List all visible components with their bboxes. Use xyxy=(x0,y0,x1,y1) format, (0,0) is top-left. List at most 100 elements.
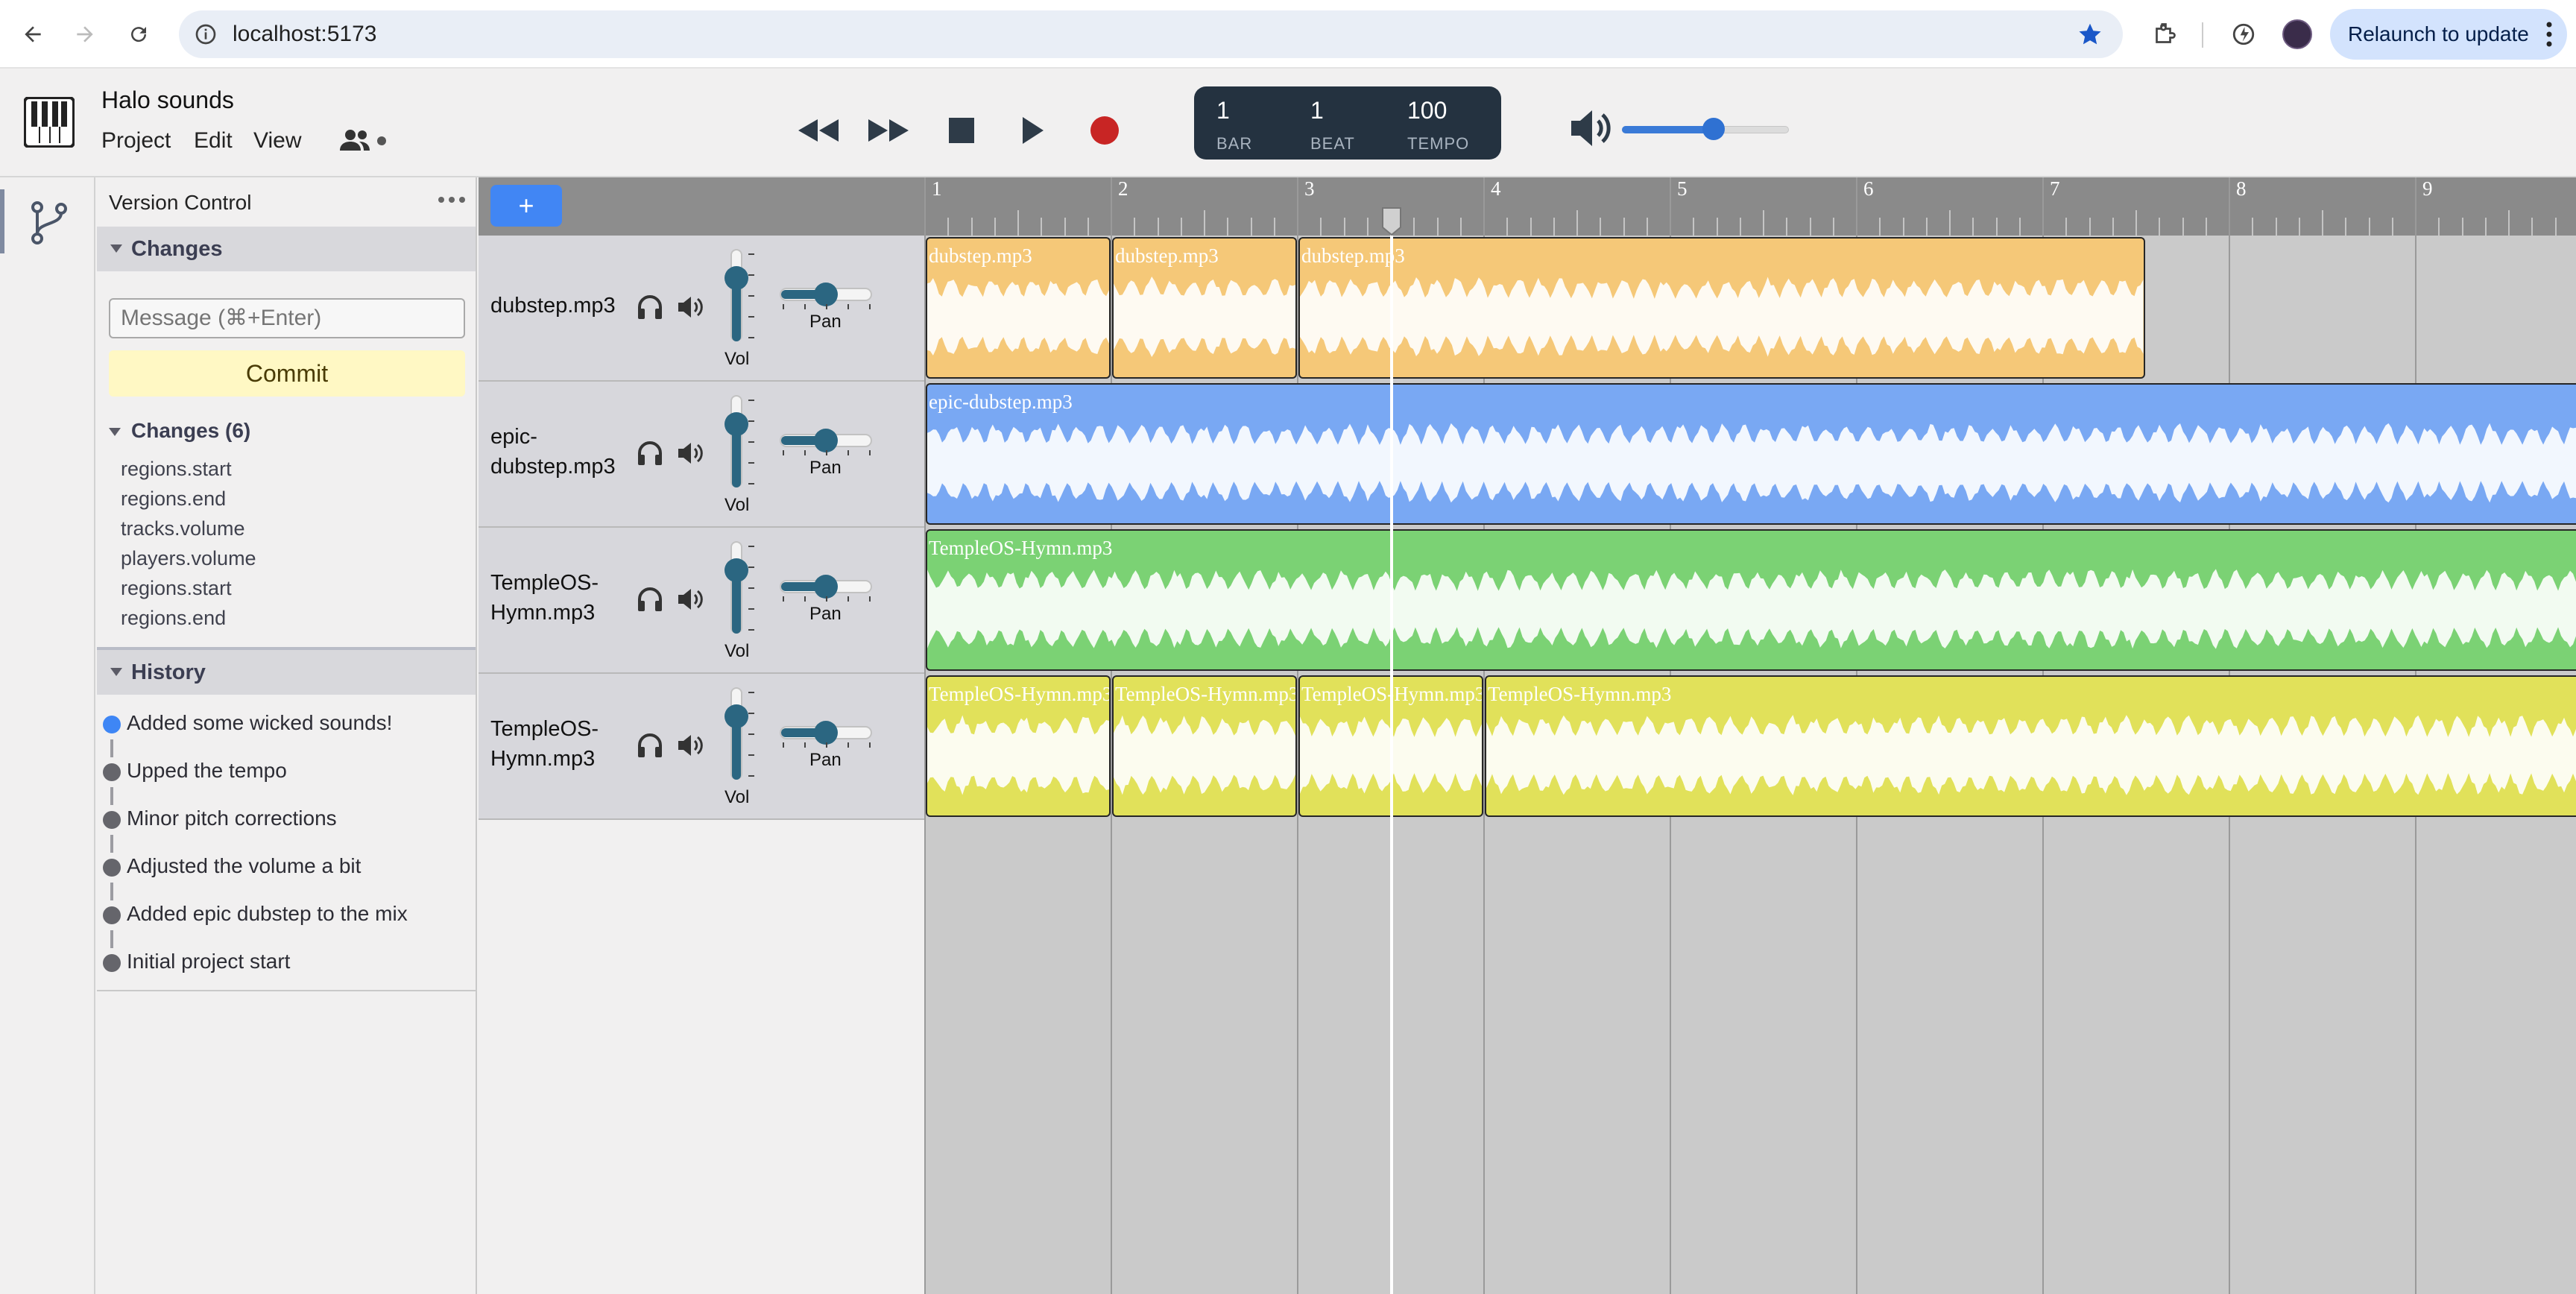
fader-thumb[interactable] xyxy=(724,704,748,728)
pan-label: Pan xyxy=(809,458,842,478)
audio-region[interactable]: dubstep.mp3 xyxy=(926,237,1111,379)
address-bar[interactable]: localhost:5173 xyxy=(179,10,2123,58)
tempo-value[interactable]: 100 xyxy=(1407,97,1447,124)
track-header[interactable]: epic- dubstep.mp3 Vol Pan xyxy=(479,382,924,528)
arrow-right-icon xyxy=(77,26,93,42)
menu-edit[interactable]: Edit xyxy=(194,128,233,154)
pan-thumb[interactable] xyxy=(814,575,838,599)
pan-slider[interactable]: Pan xyxy=(780,721,875,774)
play-button[interactable] xyxy=(1006,106,1060,155)
fader-ticks xyxy=(748,692,754,777)
headphones-icon[interactable] xyxy=(635,584,665,614)
volume-fader[interactable]: Vol xyxy=(724,395,777,522)
speaker-icon[interactable] xyxy=(675,584,705,614)
beat-tick xyxy=(1134,218,1136,236)
pan-thumb[interactable] xyxy=(814,429,838,452)
pan-slider[interactable]: Pan xyxy=(780,429,875,482)
beat-tick xyxy=(1739,218,1741,236)
audio-region[interactable]: TempleOS-Hymn.mp3 xyxy=(1112,675,1297,817)
beat-tick xyxy=(2018,218,2021,236)
change-item[interactable]: tracks.volume xyxy=(121,517,245,540)
track-name[interactable]: TempleOS- Hymn.mp3 xyxy=(490,714,599,774)
audio-region[interactable]: epic-dubstep.mp3 xyxy=(926,383,2576,525)
beat-tick xyxy=(1949,210,1951,236)
back-button[interactable] xyxy=(12,13,54,55)
headphones-icon[interactable] xyxy=(635,730,665,760)
version-control-icon[interactable] xyxy=(28,200,70,246)
fader-thumb[interactable] xyxy=(724,266,748,290)
waveform xyxy=(1114,715,1295,795)
region-label: epic-dubstep.mp3 xyxy=(929,391,1073,413)
pan-thumb[interactable] xyxy=(814,283,838,306)
track-name[interactable]: dubstep.mp3 xyxy=(490,291,616,321)
fast-forward-button[interactable] xyxy=(862,106,915,155)
history-label: Initial project start xyxy=(127,950,291,973)
volume-fader[interactable]: Vol xyxy=(724,541,777,668)
history-label: Added some wicked sounds! xyxy=(127,711,393,734)
project-title[interactable]: Halo sounds xyxy=(101,86,234,114)
site-info-icon[interactable] xyxy=(194,22,218,46)
add-track-button[interactable]: + xyxy=(490,185,562,227)
track-header[interactable]: TempleOS- Hymn.mp3 Vol Pan xyxy=(479,528,924,674)
headphones-icon[interactable] xyxy=(635,438,665,468)
change-item[interactable]: regions.start xyxy=(121,577,232,600)
changes-section-header[interactable]: Changes xyxy=(97,227,476,271)
volume-fader[interactable]: Vol xyxy=(724,687,777,814)
fader-thumb[interactable] xyxy=(724,558,748,582)
pan-slider[interactable]: Pan xyxy=(780,283,875,335)
menu-view[interactable]: View xyxy=(253,128,301,154)
reload-button[interactable] xyxy=(118,13,160,55)
bar-value: 1 xyxy=(1216,97,1230,124)
more-options-icon[interactable] xyxy=(437,194,467,206)
beat-tick xyxy=(1646,218,1648,236)
change-item[interactable]: regions.start xyxy=(121,458,232,481)
master-volume-icon[interactable] xyxy=(1568,107,1613,149)
change-item[interactable]: regions.end xyxy=(121,607,226,630)
history-label: Minor pitch corrections xyxy=(127,807,337,830)
timeline-ruler[interactable]: 1 2 3 4 5 6 7 8 9 xyxy=(924,177,2576,236)
timeline[interactable]: 1 2 3 4 5 6 7 8 9 dubstep.mp3 dubstep.mp3 dubste… xyxy=(924,177,2576,1294)
speaker-icon[interactable] xyxy=(675,730,705,760)
audio-region[interactable]: dubstep.mp3 xyxy=(1298,237,2145,379)
pan-thumb[interactable] xyxy=(814,721,838,745)
pan-slider[interactable]: Pan xyxy=(780,575,875,628)
collaborators-icon[interactable] xyxy=(340,128,388,154)
commit-dot xyxy=(103,954,121,972)
chevron-down-icon xyxy=(110,244,122,253)
beat-tick xyxy=(970,218,973,236)
master-volume-slider[interactable] xyxy=(1622,118,1789,140)
audio-region[interactable]: TempleOS-Hymn.mp3 xyxy=(1485,675,2576,817)
commit-message-input[interactable] xyxy=(109,298,465,338)
audio-region[interactable]: TempleOS-Hymn.mp3 xyxy=(926,675,1111,817)
profile-avatar[interactable] xyxy=(2282,19,2312,49)
speaker-icon[interactable] xyxy=(675,438,705,468)
audio-region[interactable]: dubstep.mp3 xyxy=(1112,237,1297,379)
forward-button[interactable] xyxy=(64,13,106,55)
record-button[interactable] xyxy=(1078,106,1131,155)
commit-button[interactable]: Commit xyxy=(109,350,465,397)
menu-project[interactable]: Project xyxy=(101,128,171,154)
track-header[interactable]: TempleOS- Hymn.mp3 Vol Pan xyxy=(479,674,924,820)
performance-button[interactable] xyxy=(2226,16,2261,52)
audio-region[interactable]: TempleOS-Hymn.mp3 xyxy=(926,529,2576,671)
relaunch-button[interactable]: Relaunch to update xyxy=(2330,9,2567,60)
slider-thumb[interactable] xyxy=(1702,118,1726,140)
stop-button[interactable] xyxy=(935,106,988,155)
fast-forward-icon xyxy=(868,119,909,142)
extensions-button[interactable] xyxy=(2147,16,2182,52)
track-name[interactable]: epic- dubstep.mp3 xyxy=(490,422,616,482)
speaker-icon[interactable] xyxy=(675,292,705,322)
fader-thumb[interactable] xyxy=(724,412,748,436)
track-list-toolbar: + xyxy=(479,177,924,236)
volume-fader[interactable]: Vol xyxy=(724,249,777,376)
track-name[interactable]: TempleOS- Hymn.mp3 xyxy=(490,568,599,628)
playhead-handle-icon[interactable] xyxy=(1382,207,1401,236)
bookmark-star-icon[interactable] xyxy=(2077,21,2103,48)
history-section-header[interactable]: History xyxy=(97,650,476,695)
headphones-icon[interactable] xyxy=(635,292,665,322)
track-header[interactable]: dubstep.mp3 Vol Pan xyxy=(479,236,924,382)
change-item[interactable]: players.volume xyxy=(121,547,256,570)
change-item[interactable]: regions.end xyxy=(121,487,226,511)
rewind-button[interactable] xyxy=(792,106,845,155)
rewind-icon xyxy=(798,119,839,142)
